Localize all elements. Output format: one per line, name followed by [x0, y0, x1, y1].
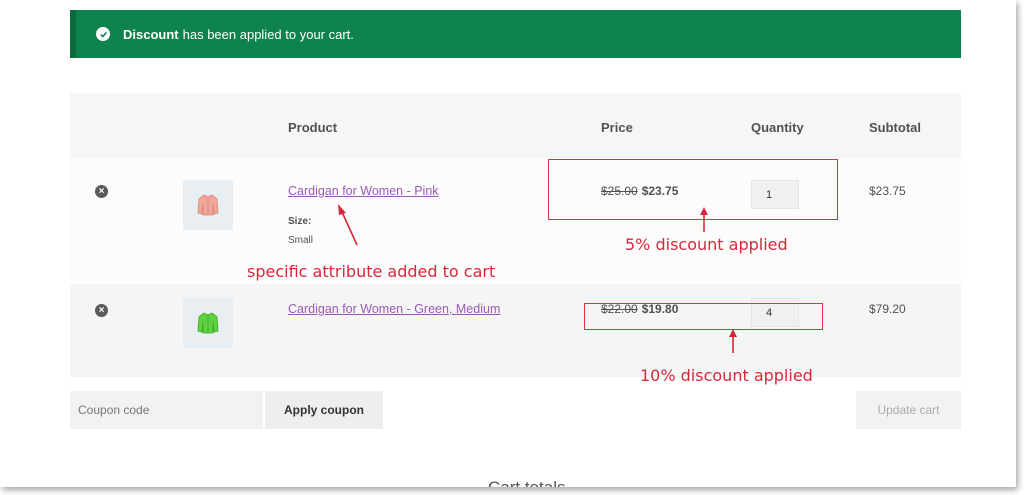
cart-page: Discount has been applied to your cart. …	[0, 0, 1016, 487]
cart-totals-heading: Cart totals	[488, 478, 565, 487]
annotation-discount-10: 10% discount applied	[640, 366, 813, 385]
annotation-attribute: specific attribute added to cart	[247, 262, 496, 281]
coupon-input[interactable]: Coupon code	[70, 391, 263, 429]
cart-actions: Coupon code Apply coupon Update cart	[70, 391, 961, 429]
apply-coupon-button[interactable]: Apply coupon	[265, 391, 383, 429]
update-cart-button[interactable]: Update cart	[856, 391, 961, 429]
annotation-discount-5: 5% discount applied	[625, 235, 788, 254]
